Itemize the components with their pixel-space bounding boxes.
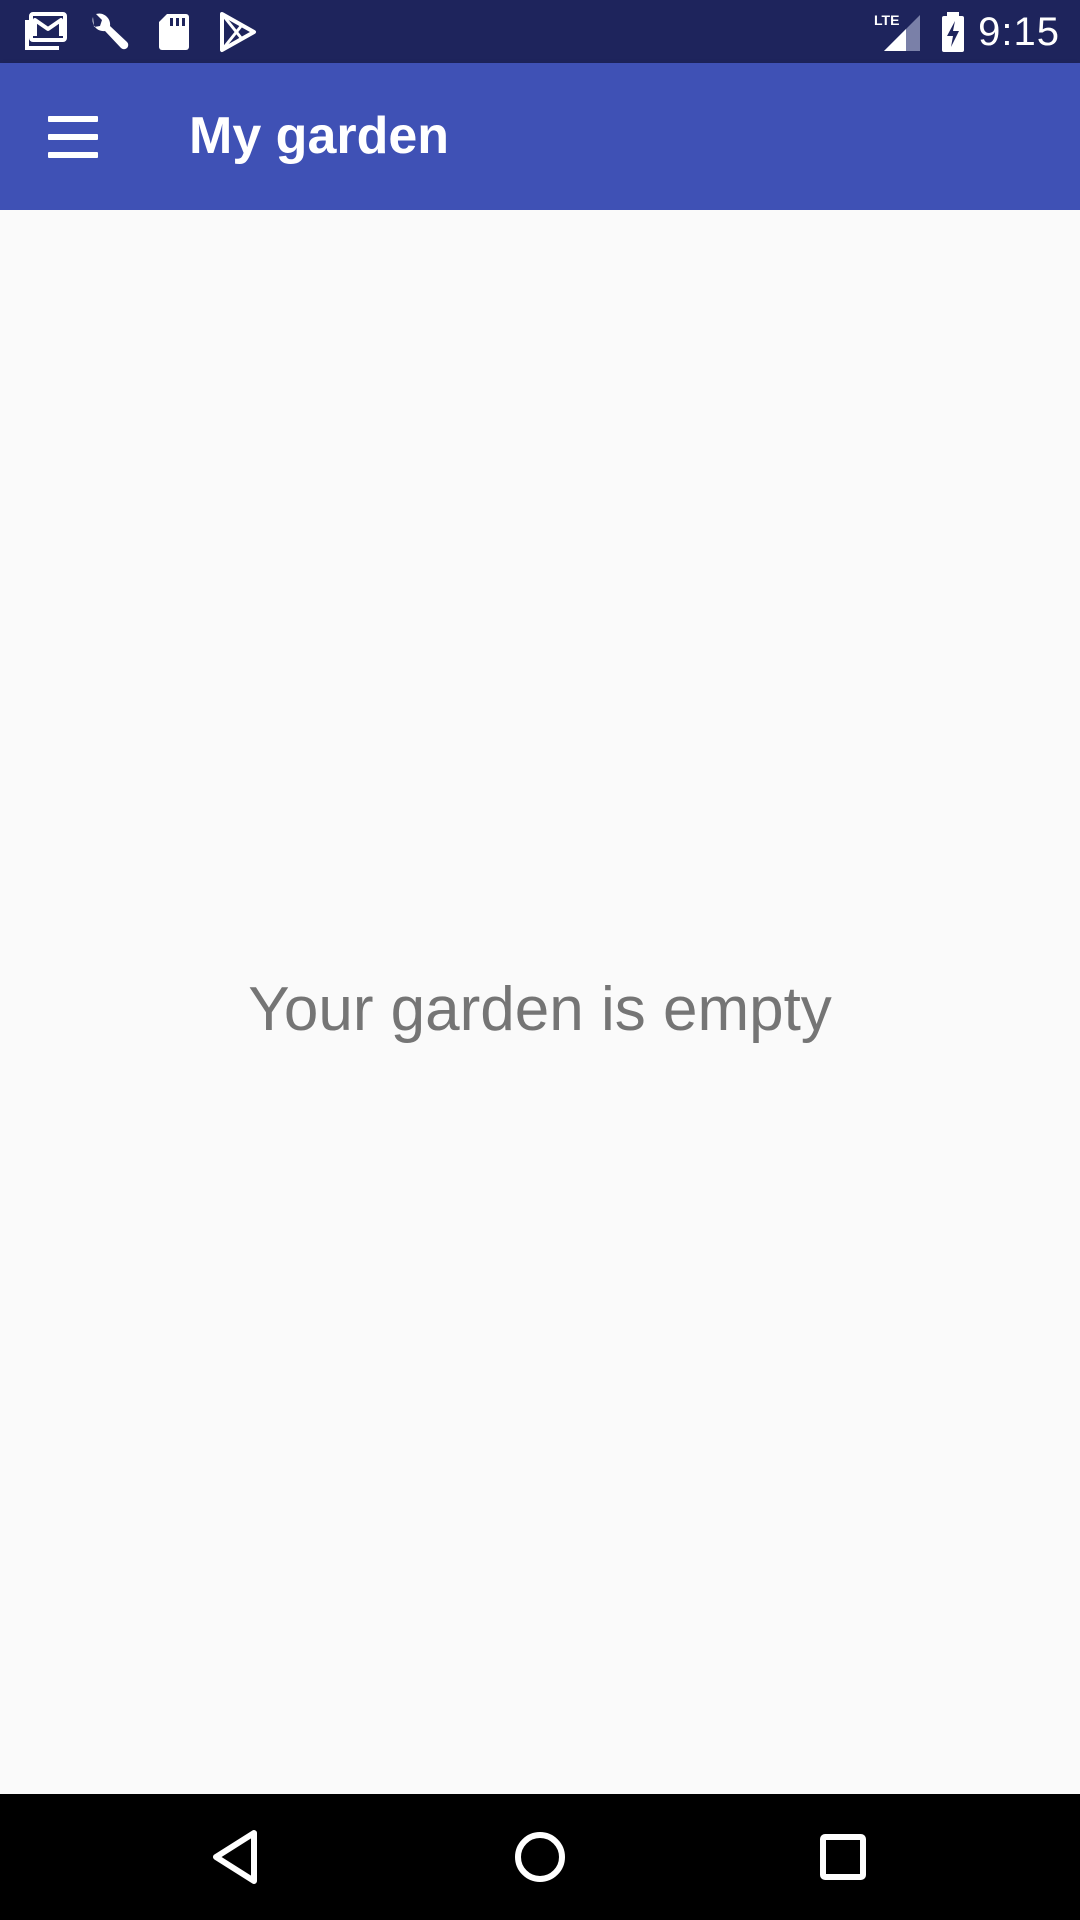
sd-card-icon <box>152 11 196 53</box>
back-icon <box>213 1830 257 1884</box>
menu-button[interactable] <box>24 103 120 171</box>
home-icon <box>515 1832 565 1882</box>
back-button[interactable] <box>196 1817 276 1897</box>
page-title: My garden <box>189 107 450 165</box>
battery-charging-icon <box>936 11 970 53</box>
status-bar: LTE 9:15 <box>0 0 1080 63</box>
empty-state-message: Your garden is empty <box>248 975 832 1044</box>
home-button[interactable] <box>500 1817 580 1897</box>
wrench-icon <box>88 11 132 53</box>
app-bar: My garden <box>0 63 1080 210</box>
lte-signal-icon: LTE <box>872 11 924 53</box>
main-content: Your garden is empty <box>0 210 1080 1794</box>
recents-button[interactable] <box>803 1817 883 1897</box>
recents-icon <box>820 1834 866 1880</box>
gmail-icon <box>24 11 68 53</box>
play-store-icon <box>216 11 260 53</box>
status-time: 9:15 <box>978 10 1060 54</box>
navigation-bar <box>0 1794 1080 1920</box>
lte-label: LTE <box>874 12 899 28</box>
